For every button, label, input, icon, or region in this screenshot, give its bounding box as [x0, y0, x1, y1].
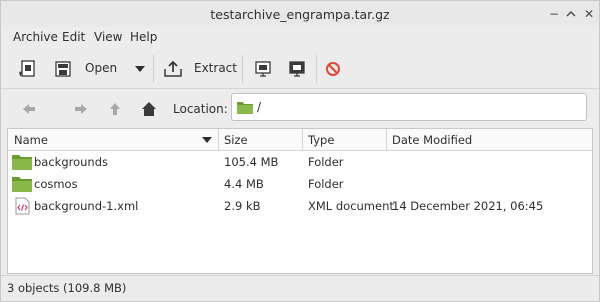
add-files-icon[interactable] — [253, 59, 273, 79]
toolbar-separator — [153, 55, 154, 83]
status-bar: 3 objects (109.8 MB) — [1, 275, 599, 301]
file-type: Folder — [308, 155, 344, 169]
back-arrow-icon[interactable] — [21, 101, 37, 117]
add-folder-icon[interactable] — [287, 59, 307, 79]
column-size-header[interactable]: Size — [224, 133, 248, 147]
file-type: XML document — [308, 199, 394, 213]
file-type: Folder — [308, 177, 344, 191]
minimize-icon[interactable]: − — [546, 6, 562, 22]
folder-icon — [12, 175, 32, 193]
file-name: background-1.xml — [34, 199, 139, 213]
new-archive-icon[interactable] — [19, 59, 39, 79]
status-text: 3 objects (109.8 MB) — [7, 281, 127, 295]
extract-button[interactable]: Extract — [194, 61, 237, 75]
stop-icon[interactable] — [324, 60, 344, 80]
title-bar: testarchive_engrampa.tar.gz − ✕ — [1, 1, 599, 27]
table-row[interactable]: backgrounds 105.4 MB Folder — [8, 151, 592, 173]
column-name-header[interactable]: Name — [14, 133, 48, 147]
folder-icon — [12, 153, 32, 171]
menu-archive[interactable]: Archive — [13, 30, 58, 44]
location-field[interactable]: / — [231, 93, 587, 121]
file-date: 14 December 2021, 06:45 — [392, 199, 544, 213]
location-label: Location: — [173, 102, 228, 116]
column-separator — [302, 129, 303, 151]
xml-file-icon — [13, 197, 33, 215]
file-name: cosmos — [34, 177, 78, 191]
location-bar: Location: / — [1, 90, 599, 128]
toolbar-separator — [316, 55, 317, 83]
file-size: 4.4 MB — [224, 177, 264, 191]
column-separator — [218, 129, 219, 151]
close-icon[interactable]: ✕ — [581, 6, 597, 22]
forward-arrow-icon[interactable] — [73, 101, 89, 117]
column-date-header[interactable]: Date Modified — [392, 133, 472, 147]
open-button[interactable]: Open — [85, 61, 117, 75]
archive-manager-window: testarchive_engrampa.tar.gz − ✕ Archive … — [0, 0, 600, 302]
sort-down-icon[interactable] — [201, 134, 213, 146]
file-list: Name Size Type Date Modified backgrounds… — [7, 128, 593, 274]
file-size: 2.9 kB — [224, 199, 261, 213]
menu-edit[interactable]: Edit — [62, 30, 85, 44]
window-title: testarchive_engrampa.tar.gz — [210, 7, 390, 22]
menu-help[interactable]: Help — [130, 30, 157, 44]
menu-bar: Archive Edit View Help — [1, 27, 599, 49]
maximize-icon[interactable] — [563, 6, 579, 22]
open-archive-icon[interactable] — [54, 59, 74, 79]
toolbar-separator — [242, 55, 243, 83]
column-separator — [386, 129, 387, 151]
extract-icon[interactable] — [163, 59, 183, 79]
column-type-header[interactable]: Type — [308, 133, 334, 147]
open-dropdown-chevron-down-icon[interactable] — [132, 61, 152, 81]
folder-icon — [237, 100, 253, 114]
home-icon[interactable] — [141, 101, 157, 117]
table-row[interactable]: cosmos 4.4 MB Folder — [8, 173, 592, 195]
file-name: backgrounds — [34, 155, 109, 169]
location-path: / — [257, 100, 262, 114]
up-arrow-icon[interactable] — [107, 101, 123, 117]
menu-view[interactable]: View — [94, 30, 122, 44]
list-header: Name Size Type Date Modified — [8, 129, 592, 151]
table-row[interactable]: background-1.xml 2.9 kB XML document 14 … — [8, 195, 592, 217]
file-size: 105.4 MB — [224, 155, 279, 169]
toolbar: Open Extract — [1, 49, 599, 89]
